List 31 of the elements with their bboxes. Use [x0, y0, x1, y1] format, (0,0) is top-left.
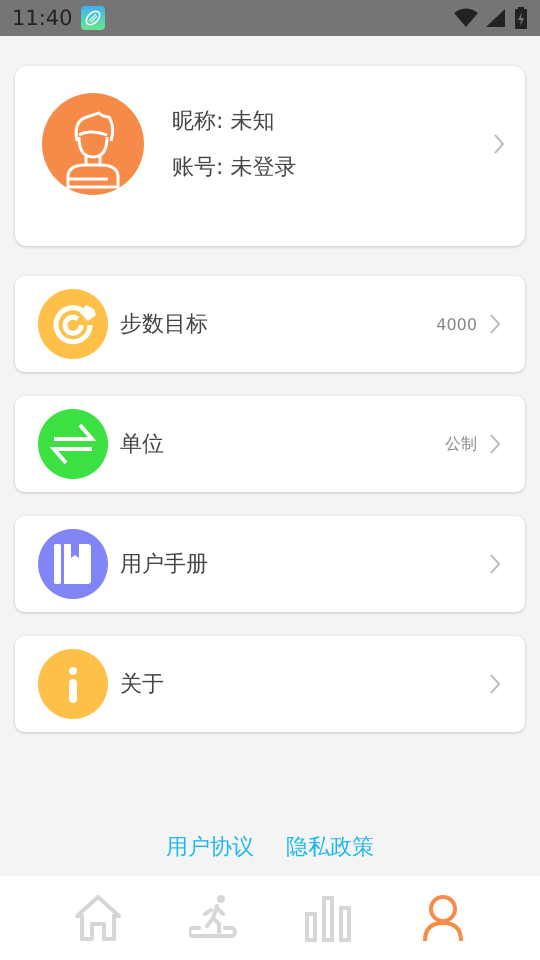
menu-value: 4000 [436, 314, 477, 334]
menu-label: 单位 [120, 431, 165, 459]
bar-chart-icon [304, 894, 352, 942]
chevron-icon [493, 133, 505, 155]
avatar-icon [42, 93, 144, 195]
target-shoe-icon [38, 289, 108, 359]
menu-value: 公制 [445, 434, 477, 454]
menu-item[interactable]: 关于 [15, 636, 525, 732]
clock: 11:40 [12, 6, 73, 30]
menu-label: 关于 [120, 671, 165, 699]
person-icon [422, 894, 462, 942]
chevron-icon [489, 553, 501, 575]
app-notification-icon [80, 6, 105, 30]
swap-arrows-icon [38, 409, 108, 479]
account-label: 账号: 未登录 [172, 154, 298, 182]
profile-card[interactable]: 昵称: 未知 账号: 未登录 [15, 66, 525, 246]
home-icon [72, 894, 122, 942]
battery-icon [514, 7, 528, 29]
menu-item[interactable]: 步数目标 4000 [15, 276, 525, 372]
menu-label: 用户手册 [120, 551, 209, 579]
menu-item[interactable]: 单位 公制 [15, 396, 525, 492]
menu-label: 步数目标 [120, 311, 209, 339]
chevron-icon [489, 673, 501, 695]
chevron-icon [489, 313, 501, 335]
wifi-icon [454, 8, 478, 28]
menu-item[interactable]: 用户手册 [15, 516, 525, 612]
nickname-label: 昵称: 未知 [172, 108, 276, 136]
chevron-icon [489, 433, 501, 455]
signal-icon [486, 8, 506, 28]
info-icon [38, 649, 108, 719]
book-icon [38, 529, 108, 599]
